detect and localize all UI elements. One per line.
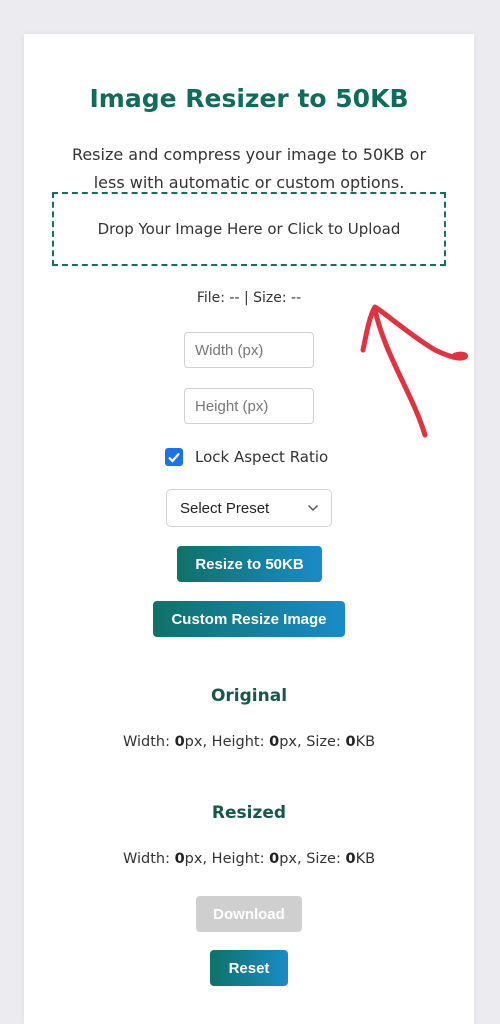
reset-button[interactable]: Reset — [210, 950, 288, 986]
page-subtitle: Resize and compress your image to 50KB o… — [71, 145, 427, 192]
page-title: Image Resizer to 50KB — [89, 84, 409, 113]
preset-selected-value: Select Preset — [180, 499, 270, 517]
width-input[interactable] — [184, 332, 314, 368]
upload-label: Drop Your Image Here or Click to Upload — [97, 220, 401, 238]
download-button[interactable]: Download — [196, 896, 302, 932]
preset-select[interactable]: Select Preset — [166, 489, 332, 527]
lock-aspect-label: Lock Aspect Ratio — [195, 448, 329, 466]
resize-50kb-button[interactable]: Resize to 50KB — [177, 546, 322, 582]
resizer-card: Image Resizer to 50KB Resize and compres… — [24, 34, 474, 1024]
upload-dropzone[interactable]: Drop Your Image Here or Click to Upload — [52, 192, 446, 266]
original-heading: Original — [210, 686, 288, 706]
checkmark-icon — [168, 452, 180, 463]
annotation-arrow-icon — [360, 304, 468, 438]
lock-aspect-checkbox[interactable] — [165, 448, 183, 466]
original-stats: Width: 0px, Height: 0px, Size: 0KB — [122, 734, 376, 750]
custom-resize-button[interactable]: Custom Resize Image — [153, 601, 345, 637]
chevron-down-icon — [308, 505, 318, 511]
lock-aspect-row: Lock Aspect Ratio — [165, 448, 328, 466]
resized-heading: Resized — [211, 803, 287, 823]
height-input[interactable] — [184, 388, 314, 424]
resized-stats: Width: 0px, Height: 0px, Size: 0KB — [122, 851, 376, 867]
